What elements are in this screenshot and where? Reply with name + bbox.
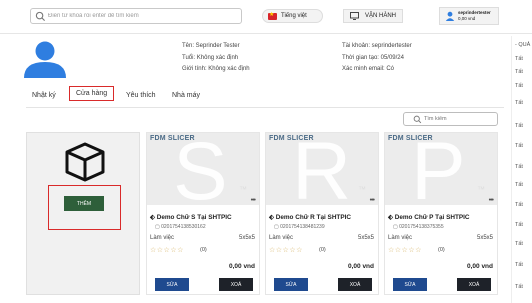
delete-button[interactable]: XOÁ — [457, 278, 491, 291]
rating-stars-icon: ☆☆☆☆☆ — [269, 247, 303, 254]
tab-favorites[interactable]: Yêu thích — [126, 92, 156, 99]
user-menu[interactable]: seprindertester 0,00 vnd — [439, 7, 499, 25]
right-sidebar-item[interactable]: Tất — [515, 100, 523, 106]
rating-stars-icon: ☆☆☆☆☆ — [388, 247, 422, 254]
profile-age: Tuổi: Không xác định — [182, 55, 239, 61]
right-sidebar-item[interactable]: Tất — [515, 202, 523, 208]
more-options-icon[interactable]: ••• — [489, 197, 494, 204]
user-avatar-icon — [445, 11, 455, 21]
more-options-icon[interactable]: ••• — [251, 197, 256, 204]
user-balance: 0,00 vnd — [458, 16, 476, 21]
product-status: Làm việc — [269, 235, 294, 241]
right-sidebar-item[interactable]: Tất — [515, 182, 523, 188]
product-brand: FDM SLICER — [150, 135, 195, 142]
language-label: Tiếng việt — [281, 13, 307, 19]
product-thumbnail[interactable]: R FDM SLICER ™ ••• — [266, 133, 378, 205]
language-selector[interactable]: Tiếng việt — [262, 9, 323, 23]
right-sidebar: - QUẢ Tất Tất Tất Tất Tất Tất Tất Tất Tấ… — [511, 36, 532, 303]
search-icon — [413, 115, 422, 124]
right-sidebar-item[interactable]: Tất — [515, 222, 523, 228]
tab-factory[interactable]: Nhà máy — [172, 92, 200, 99]
right-sidebar-item[interactable]: Tất — [515, 69, 523, 75]
product-brand: FDM SLICER — [388, 135, 433, 142]
add-product-button[interactable]: THÊM — [64, 196, 104, 211]
add-product-card: THÊM — [26, 132, 140, 295]
product-title[interactable]: ⬖ Demo Chữ P Tại SHTPIC — [388, 213, 470, 221]
store-search-input[interactable] — [424, 114, 494, 124]
vietnam-flag-icon — [268, 11, 277, 20]
product-thumbnail-letter: R — [292, 133, 352, 205]
rating-count: (0) — [200, 247, 207, 253]
more-options-icon[interactable]: ••• — [370, 197, 375, 204]
edit-button[interactable]: SỬA — [274, 278, 308, 291]
profile-avatar-icon — [24, 41, 66, 78]
profile-gender: Giới tính: Không xác định — [182, 66, 250, 72]
delete-button[interactable]: XOÁ — [219, 278, 253, 291]
tab-journal[interactable]: Nhật ký — [32, 92, 56, 99]
right-sidebar-item[interactable]: Tất — [515, 83, 523, 89]
delete-button[interactable]: XOÁ — [338, 278, 372, 291]
product-thumbnail[interactable]: S FDM SLICER ™ ••• — [147, 133, 259, 205]
product-status: Làm việc — [150, 235, 175, 241]
global-search-input[interactable] — [48, 10, 238, 22]
profile-created: Thời gian tạo: 05/09/24 — [342, 55, 404, 61]
profile-email-verified: Xác minh email: Có — [342, 66, 395, 72]
right-sidebar-item[interactable]: Tất — [515, 56, 523, 62]
product-code: ▢ 0201754138375355 — [393, 224, 444, 230]
product-size: 5x5x5 — [357, 235, 374, 241]
profile-account: Tài khoản: seprindertester — [342, 43, 412, 49]
global-search[interactable] — [30, 8, 242, 24]
store-search[interactable] — [403, 112, 498, 126]
product-thumbnail-letter: S — [173, 133, 228, 205]
right-sidebar-item[interactable]: Tất — [515, 123, 523, 129]
operate-label: VẬN HÀNH — [365, 13, 397, 19]
product-card[interactable]: R FDM SLICER ™ ••• ⬖ Demo Chữ R Tại SHTP… — [265, 132, 379, 295]
trademark-mark: ™ — [477, 185, 485, 194]
product-code: ▢ 0201754138481239 — [274, 224, 325, 230]
rating-count: (0) — [319, 247, 326, 253]
product-title[interactable]: ⬖ Demo Chữ S Tại SHTPIC — [150, 213, 232, 221]
rating-stars-icon: ☆☆☆☆☆ — [150, 247, 184, 254]
right-sidebar-item[interactable]: Tất — [515, 284, 523, 290]
profile-name: Tên: Seprinder Tester — [182, 43, 240, 49]
trademark-mark: ™ — [239, 185, 247, 194]
product-card[interactable]: S FDM SLICER ™ ••• ⬖ Demo Chữ S Tại SHTP… — [146, 132, 260, 295]
right-sidebar-item[interactable]: Tất — [515, 164, 523, 170]
right-sidebar-header: - QUẢ — [515, 42, 531, 48]
edit-button[interactable]: SỬA — [393, 278, 427, 291]
right-sidebar-item[interactable]: Tất — [515, 143, 523, 149]
product-title[interactable]: ⬖ Demo Chữ R Tại SHTPIC — [269, 213, 351, 221]
product-size: 5x5x5 — [476, 235, 493, 241]
search-icon — [35, 11, 46, 22]
edit-button[interactable]: SỬA — [155, 278, 189, 291]
product-card[interactable]: P FDM SLICER ™ ••• ⬖ Demo Chữ P Tại SHTP… — [384, 132, 498, 295]
product-thumbnail-letter: P — [411, 133, 466, 205]
tab-store[interactable]: Cửa hàng — [69, 86, 115, 101]
product-brand: FDM SLICER — [269, 135, 314, 142]
profile-tabs: Nhật ký Cửa hàng Yêu thích Nhà máy — [26, 86, 504, 108]
product-price: 0,00 vnd — [466, 263, 493, 270]
right-sidebar-item[interactable]: Tất — [515, 241, 523, 247]
rating-count: (0) — [438, 247, 445, 253]
monitor-icon — [350, 12, 359, 20]
product-code: ▢ 0201754138530162 — [155, 224, 206, 230]
top-bar: Tiếng việt VẬN HÀNH seprindertester 0,00… — [0, 0, 532, 34]
product-status: Làm việc — [388, 235, 413, 241]
product-size: 5x5x5 — [238, 235, 255, 241]
product-price: 0,00 vnd — [347, 263, 374, 270]
box-icon — [65, 142, 105, 182]
operate-button[interactable]: VẬN HÀNH — [343, 9, 403, 23]
product-price: 0,00 vnd — [228, 263, 255, 270]
right-sidebar-item[interactable]: Tất — [515, 262, 523, 268]
product-thumbnail[interactable]: P FDM SLICER ™ ••• — [385, 133, 497, 205]
trademark-mark: ™ — [358, 185, 366, 194]
